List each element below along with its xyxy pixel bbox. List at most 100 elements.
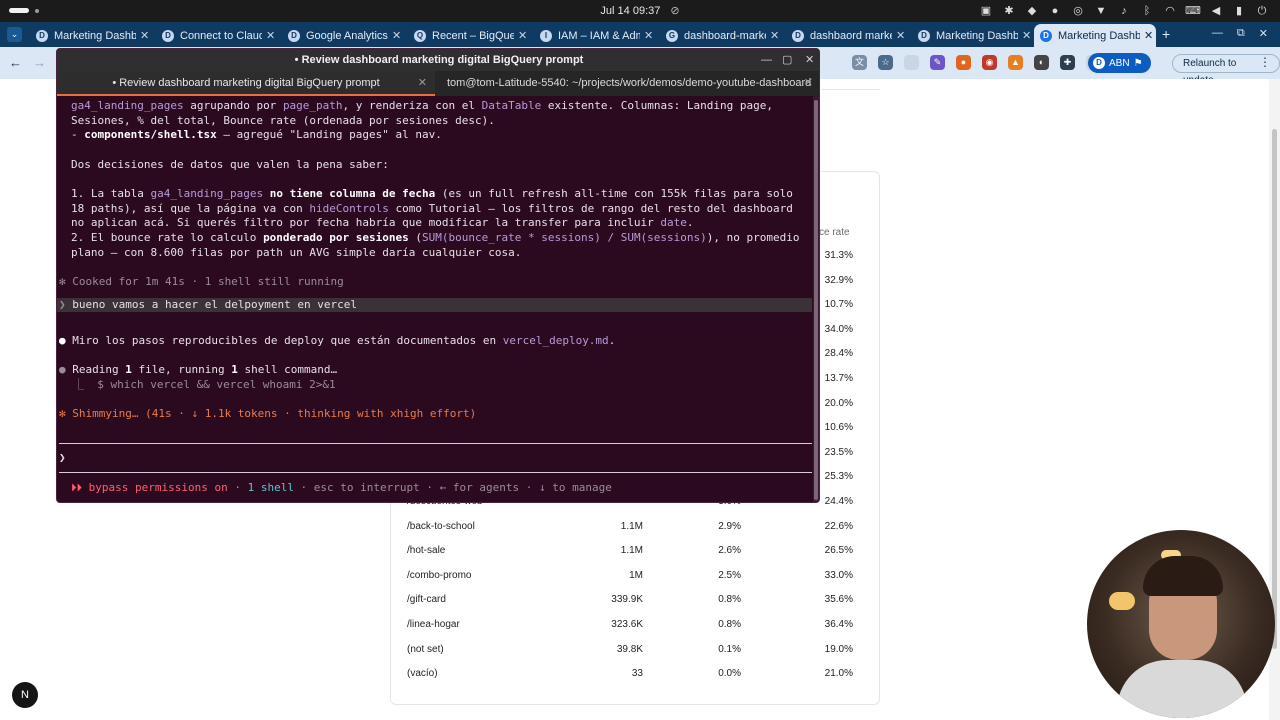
volume-icon[interactable]: ◀ <box>1208 3 1224 19</box>
tab-list-chevron-icon[interactable]: ⌄ <box>7 27 22 42</box>
forward-arrow-icon[interactable]: → <box>33 55 46 70</box>
tab-close-icon[interactable]: ✕ <box>1144 29 1153 42</box>
terminal-tabs: • Review dashboard marketing digital Big… <box>57 71 819 96</box>
thinking-status: ✻ Shimmying… (41s · ↓ 1.1k tokens · thin… <box>59 407 477 420</box>
browser-tab-strip: ⌄ D Marketing Dashbo ✕ D Connect to Claud ✕ … <box>0 22 1280 47</box>
bluetooth-icon[interactable]: ᛒ <box>1139 3 1155 19</box>
browser-tab[interactable]: D Marketing Dashbo ✕ <box>30 24 152 47</box>
clipboard-icon[interactable]: ▣ <box>978 3 994 19</box>
person-hair <box>1143 556 1223 596</box>
browser-tab[interactable]: D Connect to Claud ✕ <box>156 24 278 47</box>
landing-page-cell: /gift-card <box>407 594 446 606</box>
power-icon[interactable]: ⏻ <box>1254 3 1270 19</box>
clock-text: Jul 14 09:37 <box>600 5 661 17</box>
tab-close-icon[interactable]: ✕ <box>1022 29 1031 42</box>
scrollbar-thumb[interactable] <box>1272 129 1277 649</box>
tab-close-icon[interactable]: ✕ <box>140 29 149 42</box>
browser-tab-active[interactable]: D Marketing Dashb ✕ <box>1034 24 1156 47</box>
landing-page-cell: /hot-sale <box>407 545 446 557</box>
bounce-rate-cell: 35.6% <box>824 594 853 606</box>
close-icon[interactable]: ✕ <box>1259 27 1268 40</box>
tab-close-icon[interactable]: ✕ <box>418 71 427 96</box>
table-row: /combo-promo 1M 2.5% 33.0% <box>391 564 879 589</box>
n-badge[interactable]: N <box>12 682 38 708</box>
table-row: /gift-card 339.9K 0.8% 35.6% <box>391 588 879 613</box>
pen-extension-icon[interactable]: ✎ <box>930 55 945 70</box>
percent-cell: 0.1% <box>718 643 741 655</box>
terminal-tab[interactable]: tom@tom-Latitude-5540: ~/projects/work/d… <box>447 71 813 96</box>
bounce-rate-cell: 25.3% <box>824 471 853 483</box>
app-tray-icon[interactable]: ✱ <box>1001 3 1017 19</box>
restore-icon[interactable]: ⧉ <box>1237 27 1245 40</box>
percent-cell: 2.9% <box>718 520 741 532</box>
percent-cell: 0.0% <box>718 668 741 680</box>
terminal-scrollbar[interactable] <box>813 96 819 502</box>
chrome-icon[interactable]: ◎ <box>1070 3 1086 19</box>
tab-label: dashboard-marke <box>684 29 766 42</box>
person-body <box>1117 660 1247 718</box>
new-tab-icon[interactable]: + <box>1162 26 1170 42</box>
bounce-rate-cell: 22.6% <box>824 520 853 532</box>
table-row: (vacío) 33 0.0% 21.0% <box>391 662 879 687</box>
red-extension-icon[interactable]: ◉ <box>982 55 997 70</box>
tab-close-icon[interactable]: ✕ <box>392 29 401 42</box>
flame-extension-icon[interactable]: ▲ <box>1008 55 1023 70</box>
tab-close-icon[interactable]: ✕ <box>518 29 527 42</box>
bounce-rate-header[interactable]: ce rate <box>819 227 850 238</box>
input-prompt[interactable]: ❯ <box>59 451 66 465</box>
system-tray[interactable]: ▣ ✱ ◆ ● ◎ ▼ ♪ ᛒ ◠ ⌨ ◀ ▮ ⏻ <box>978 3 1270 19</box>
browser-tab[interactable]: Q Recent – BigQuer ✕ <box>408 24 530 47</box>
table-row: /hot-sale 1.1M 2.6% 26.5% <box>391 539 879 564</box>
puzzle-extension-icon[interactable]: ✚ <box>1060 55 1075 70</box>
browser-tab[interactable]: D Google Analytics ✕ <box>282 24 404 47</box>
browser-tab[interactable]: Ddashbaord marke ✕ <box>786 24 908 47</box>
system-top-bar: Jul 14 09:37 ⊘ ▣ ✱ ◆ ● ◎ ▼ ♪ ᛒ ◠ ⌨ ◀ ▮ ⏻ <box>0 0 1280 22</box>
bookmark-star-icon[interactable]: ☆ <box>878 55 893 70</box>
output-line: Sesiones, % del total, Bounce rate (orde… <box>71 114 495 127</box>
scrollbar-thumb[interactable] <box>814 100 818 500</box>
minimize-icon[interactable]: — <box>1212 27 1223 40</box>
browser-tab[interactable]: I IAM – IAM & Adm ✕ <box>534 24 656 47</box>
slack-icon[interactable]: ◆ <box>1024 3 1040 19</box>
keyboard-icon[interactable]: ⌨ <box>1185 3 1201 19</box>
tab-close-icon[interactable]: ✕ <box>770 29 779 42</box>
tab-close-icon[interactable]: ✕ <box>896 29 905 42</box>
maximize-icon[interactable]: ▢ <box>782 49 792 71</box>
tab-close-icon[interactable]: ✕ <box>266 29 275 42</box>
table-row: (not set) 39.8K 0.1% 19.0% <box>391 638 879 663</box>
browser-tab[interactable]: D Marketing Dashb ✕ <box>912 24 1034 47</box>
tab-label: Google Analytics <box>306 29 388 42</box>
app-icon[interactable]: ● <box>1047 3 1063 19</box>
tab-close-icon[interactable]: ✕ <box>804 71 813 96</box>
tab-label: Marketing Dashb <box>936 29 1018 42</box>
terminal-tab-label: tom@tom-Latitude-5540: ~/projects/work/d… <box>447 77 812 89</box>
tab-label: Marketing Dashbo <box>54 29 136 42</box>
back-arrow-icon[interactable]: ← <box>9 55 22 70</box>
browser-tab[interactable]: Gdashboard-marke ✕ <box>660 24 782 47</box>
bounce-rate-cell: 32.9% <box>824 274 853 286</box>
tab-label: IAM – IAM & Adm <box>558 29 640 42</box>
kebab-menu-icon[interactable]: ⋮ <box>1259 55 1271 69</box>
sessions-cell: 339.9K <box>611 594 643 606</box>
profile-extra-icon: ⚑ <box>1133 57 1143 69</box>
close-icon[interactable]: ✕ <box>805 49 814 71</box>
wifi-icon[interactable]: ◠ <box>1162 3 1178 19</box>
profile-chip[interactable]: D ABN ⚑ <box>1088 53 1151 73</box>
microphone-icon[interactable]: ♪ <box>1116 3 1132 19</box>
terminal-tab-active[interactable]: • Review dashboard marketing digital Big… <box>57 71 435 96</box>
translate-icon[interactable]: 文 <box>852 55 867 70</box>
tab-close-icon[interactable]: ✕ <box>644 29 653 42</box>
percent-cell: 2.6% <box>718 545 741 557</box>
vpn-icon[interactable]: ▼ <box>1093 3 1109 19</box>
battery-icon[interactable]: ▮ <box>1231 3 1247 19</box>
bounce-rate-cell: 19.0% <box>824 643 853 655</box>
tab-favicon-icon: D <box>288 29 300 42</box>
minimize-icon[interactable]: — <box>761 49 772 71</box>
orange-extension-icon[interactable]: ● <box>956 55 971 70</box>
terminal-output[interactable]: ga4_landing_pages agrupando por page_pat… <box>57 96 815 502</box>
dark-extension-icon[interactable]: ◐ <box>1034 55 1049 70</box>
tool-step: ● Reading 1 file, running 1 shell comman… <box>59 363 338 376</box>
spacer-icon <box>904 55 919 70</box>
profile-avatar-icon: D <box>1093 57 1105 69</box>
bounce-rate-cell: 24.4% <box>824 496 853 507</box>
